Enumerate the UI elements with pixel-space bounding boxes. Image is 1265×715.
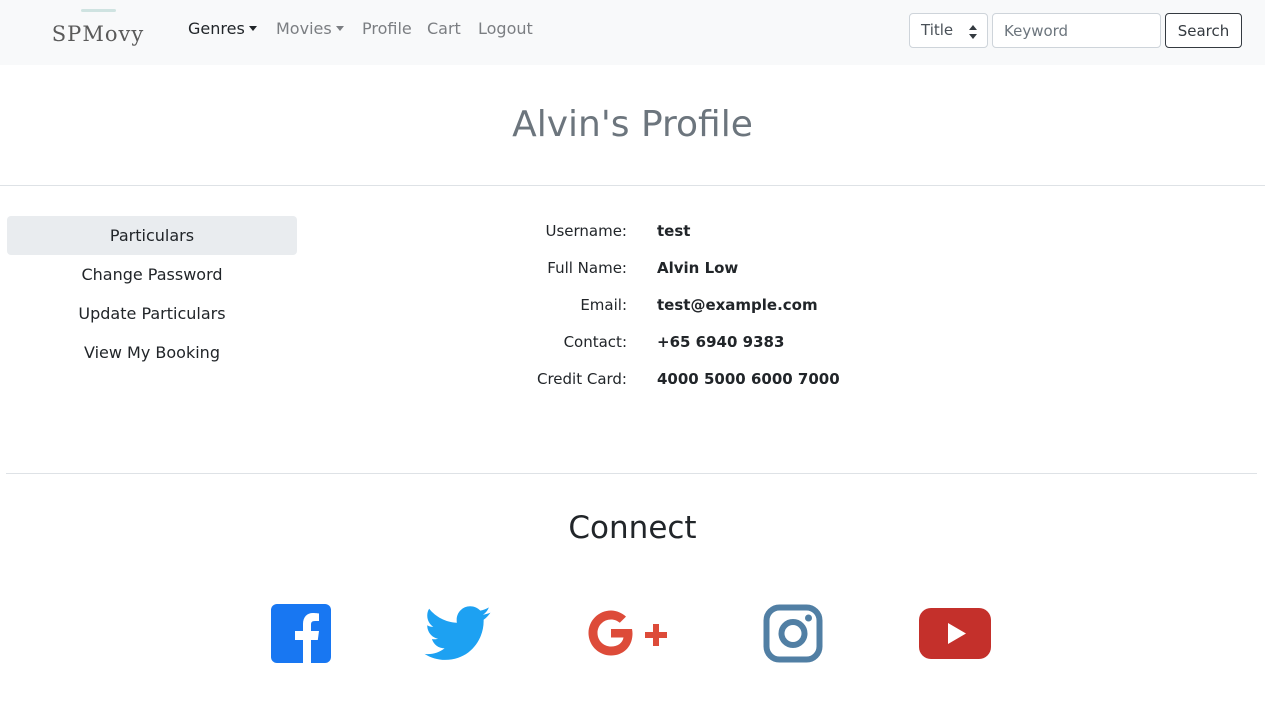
connect-heading: Connect	[568, 510, 697, 546]
nav-profile-link[interactable]: Profile	[362, 18, 412, 40]
twitter-icon[interactable]	[424, 606, 491, 665]
facebook-icon[interactable]	[271, 604, 331, 667]
credit-card-value: 4000 5000 6000 7000	[657, 370, 840, 388]
username-label: Username:	[545, 222, 627, 240]
page-title: Alvin's Profile	[512, 104, 753, 145]
sidebar-item-view-my-booking[interactable]: View My Booking	[7, 333, 297, 372]
brand-name: SPMovy	[51, 22, 145, 46]
instagram-icon[interactable]	[763, 604, 823, 667]
credit-card-label: Credit Card:	[536, 370, 627, 388]
nav-logout-link[interactable]: Logout	[478, 18, 533, 40]
navbar: SPMovy Genres Movies Profile Cart Logout…	[0, 0, 1265, 65]
fullname-label: Full Name:	[547, 259, 627, 277]
nav-genres-label: Genres	[188, 19, 245, 38]
contact-value: +65 6940 9383	[657, 333, 785, 351]
divider	[0, 185, 1265, 186]
contact-label: Contact:	[563, 333, 627, 351]
youtube-icon[interactable]	[919, 608, 991, 663]
select-arrows-icon	[969, 25, 977, 39]
sidebar-item-update-particulars[interactable]: Update Particulars	[7, 294, 297, 333]
sidebar-item-change-password[interactable]: Change Password	[7, 255, 297, 294]
email-label: Email:	[580, 296, 627, 314]
divider	[6, 473, 1257, 474]
brand-accent-bar	[81, 9, 116, 12]
brand-logo[interactable]: SPMovy	[50, 8, 146, 54]
fullname-value: Alvin Low	[657, 259, 739, 277]
email-value: test@example.com	[657, 296, 818, 314]
nav-cart-link[interactable]: Cart	[427, 18, 461, 40]
nav-movies-dropdown[interactable]: Movies	[276, 18, 344, 40]
keyword-search-input[interactable]	[992, 13, 1161, 48]
search-type-select[interactable]: Title	[909, 13, 988, 48]
search-button[interactable]: Search	[1165, 13, 1242, 48]
username-value: test	[657, 222, 691, 240]
nav-movies-label: Movies	[276, 19, 332, 38]
google-plus-icon[interactable]	[586, 608, 668, 663]
sidebar-item-particulars[interactable]: Particulars	[7, 216, 297, 255]
caret-down-icon	[335, 26, 344, 31]
nav-genres-dropdown[interactable]: Genres	[188, 18, 257, 40]
search-type-value: Title	[921, 21, 954, 39]
caret-down-icon	[248, 26, 257, 31]
